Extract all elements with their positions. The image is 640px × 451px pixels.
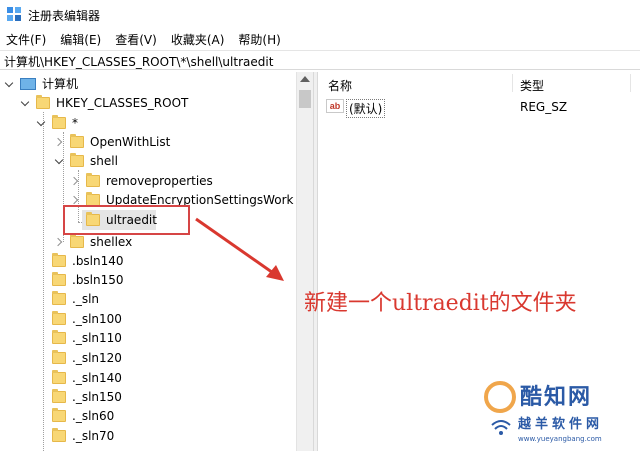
tree-item-label: .bsln140 — [72, 253, 124, 268]
tree-item[interactable]: ._sln140 — [52, 368, 122, 387]
folder-icon — [52, 349, 66, 364]
tree-item-hkcr[interactable]: HKEY_CLASSES_ROOT — [20, 93, 188, 112]
tree-item-label: removeproperties — [106, 173, 213, 188]
annotation-text: 新建一个ultraedit的文件夹 — [304, 291, 577, 316]
tree-item-label: ._sln70 — [72, 428, 115, 443]
tree-item-label: ._sln60 — [72, 408, 115, 423]
tree-item-label: ._sln120 — [72, 350, 122, 365]
string-value-icon: ab — [326, 99, 344, 113]
tree-item-label: ._sln110 — [72, 330, 122, 345]
tree-item-label: * — [72, 115, 78, 130]
chevron-right-icon[interactable] — [54, 236, 66, 248]
value-name: (默认) — [346, 99, 386, 118]
computer-icon — [20, 77, 36, 90]
chevron-right-icon[interactable] — [70, 175, 82, 187]
chevron-down-icon[interactable] — [20, 97, 32, 109]
list-item[interactable]: ab (默认) REG_SZ — [318, 96, 640, 118]
column-header-name[interactable]: 名称 — [328, 77, 352, 94]
menu-file[interactable]: 文件(F) — [6, 31, 46, 48]
tree-item[interactable]: ._sln — [52, 289, 99, 308]
chevron-down-icon[interactable] — [4, 78, 16, 90]
folder-icon — [52, 388, 66, 403]
watermark-logo-icon — [484, 381, 516, 413]
tree-item[interactable]: ._sln60 — [52, 406, 114, 425]
folder-icon — [52, 427, 66, 442]
folder-icon — [52, 310, 66, 325]
menu-edit[interactable]: 编辑(E) — [60, 31, 101, 48]
watermark-brand: 酷知网 — [520, 385, 593, 410]
tree-item-label: ._sln — [72, 291, 100, 306]
tree-item[interactable]: .bsln140 — [52, 251, 124, 270]
chevron-right-icon[interactable] — [54, 136, 66, 148]
list-header: 名称 类型 — [318, 72, 640, 94]
wifi-icon — [491, 420, 511, 435]
column-header-type[interactable]: 类型 — [520, 77, 544, 94]
scroll-thumb[interactable] — [299, 90, 311, 108]
menu-help[interactable]: 帮助(H) — [238, 31, 280, 48]
folder-icon — [52, 114, 66, 129]
address-bar[interactable]: 计算机\HKEY_CLASSES_ROOT\*\shell\ultraedit — [0, 50, 640, 70]
folder-icon — [36, 94, 50, 109]
tree-item-label: ._sln100 — [72, 311, 122, 326]
tree-item[interactable]: .bsln150 — [52, 270, 124, 289]
tree-item[interactable]: ._sln120 — [52, 348, 122, 367]
tree-item-label: ._sln140 — [72, 370, 122, 385]
folder-icon — [52, 329, 66, 344]
tree-item-label: shellex — [90, 234, 133, 249]
annotation-arrow-icon — [195, 217, 284, 281]
pane-splitter[interactable] — [313, 72, 318, 451]
watermark-url: www.yueyangbang.com — [518, 435, 602, 443]
tree-item-label: ._sln150 — [72, 389, 122, 404]
tree-item-label: shell — [90, 153, 118, 168]
menu-bar: 文件(F) 编辑(E) 查看(V) 收藏夹(A) 帮助(H) — [0, 28, 640, 50]
tree-item-openwithlist[interactable]: OpenWithList — [54, 132, 170, 151]
column-separator[interactable] — [630, 74, 631, 92]
tree-item-label: .bsln150 — [72, 272, 124, 287]
folder-icon — [86, 191, 100, 206]
folder-icon — [52, 271, 66, 286]
tree-item[interactable]: ._sln110 — [52, 328, 122, 347]
folder-icon — [52, 252, 66, 267]
folder-icon — [52, 290, 66, 305]
scroll-up-icon[interactable] — [300, 76, 310, 82]
chevron-down-icon[interactable] — [54, 155, 66, 167]
tree-item[interactable]: ._sln70 — [52, 426, 114, 445]
watermark-subtitle: 越羊软件网 — [518, 417, 604, 432]
tree-guide-line — [43, 112, 44, 451]
tree-item-label: HKEY_CLASSES_ROOT — [56, 95, 189, 110]
tree-item-label: 计算机 — [42, 77, 79, 91]
tree-item[interactable]: ._sln150 — [52, 387, 122, 406]
tree-item-label: OpenWithList — [90, 134, 171, 149]
folder-icon — [70, 233, 84, 248]
chevron-down-icon[interactable] — [36, 117, 48, 129]
tree-item-shell[interactable]: shell — [54, 151, 118, 170]
folder-icon — [70, 133, 84, 148]
folder-icon — [70, 152, 84, 167]
tree-item-removeproperties[interactable]: removeproperties — [70, 171, 213, 190]
menu-view[interactable]: 查看(V) — [115, 31, 157, 48]
menu-favorites[interactable]: 收藏夹(A) — [171, 31, 225, 48]
tree-item-computer[interactable]: 计算机 — [4, 74, 78, 93]
window-title: 注册表编辑器 — [28, 9, 101, 23]
folder-icon — [86, 172, 100, 187]
value-type: REG_SZ — [520, 100, 568, 114]
title-bar: 注册表编辑器 — [0, 0, 640, 28]
watermark: 酷知网 越羊软件网 www.yueyangbang.com — [484, 377, 640, 451]
folder-icon — [52, 407, 66, 422]
chevron-right-icon[interactable] — [70, 194, 82, 206]
folder-icon — [52, 369, 66, 384]
column-separator[interactable] — [512, 74, 513, 92]
tree-item[interactable]: ._sln100 — [52, 309, 122, 328]
tree-item-star[interactable]: * — [36, 113, 78, 132]
registry-editor-icon — [7, 7, 21, 21]
annotation-highlight-box — [63, 205, 190, 235]
